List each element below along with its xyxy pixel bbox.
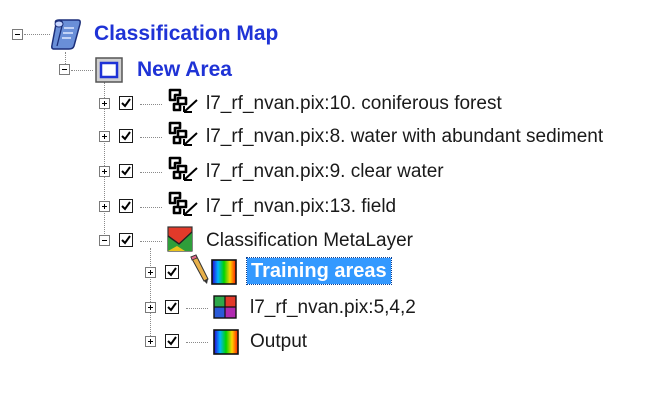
expand-toggle[interactable] [145,336,156,347]
map-scroll-icon [50,16,84,55]
layer-label[interactable]: Output [250,331,307,353]
vector-layer-icon [162,191,200,222]
layer-label[interactable]: l7_rf_nvan.pix:10. coniferous forest [206,93,502,115]
expand-toggle[interactable] [145,267,156,278]
layer-label[interactable]: l7_rf_nvan.pix:13. field [206,196,396,218]
vector-layer-icon [162,156,200,187]
visibility-checkbox[interactable] [119,199,133,213]
pseudocolor-icon [211,259,237,290]
expand-toggle[interactable] [99,98,110,109]
root-label[interactable]: Classification Map [94,22,278,46]
visibility-checkbox[interactable] [119,129,133,143]
layer-label[interactable]: l7_rf_nvan.pix:9. clear water [206,161,444,183]
training-areas-label[interactable]: Training areas [246,257,392,285]
expand-toggle[interactable] [99,131,110,142]
visibility-checkbox[interactable] [119,233,133,247]
visibility-checkbox[interactable] [165,334,179,348]
layer-label[interactable]: l7_rf_nvan.pix:8. water with abundant se… [206,126,603,148]
vector-layer-icon [162,88,200,119]
rgb-layer-icon [213,295,237,324]
layer-label[interactable]: l7_rf_nvan.pix:5,4,2 [250,297,416,319]
area-frame-icon [95,57,123,88]
expand-toggle[interactable] [99,166,110,177]
metalayer-label[interactable]: Classification MetaLayer [206,230,413,252]
area-label[interactable]: New Area [137,58,232,82]
visibility-checkbox[interactable] [119,96,133,110]
pencil-icon [186,253,210,290]
expand-toggle[interactable] [99,201,110,212]
expand-toggle[interactable] [145,302,156,313]
collapse-toggle[interactable] [99,235,110,246]
pseudocolor-icon [213,329,239,360]
visibility-checkbox[interactable] [165,300,179,314]
collapse-toggle[interactable] [59,64,70,75]
visibility-checkbox[interactable] [165,265,179,279]
collapse-toggle[interactable] [12,29,23,40]
visibility-checkbox[interactable] [119,164,133,178]
vector-layer-icon [162,121,200,152]
